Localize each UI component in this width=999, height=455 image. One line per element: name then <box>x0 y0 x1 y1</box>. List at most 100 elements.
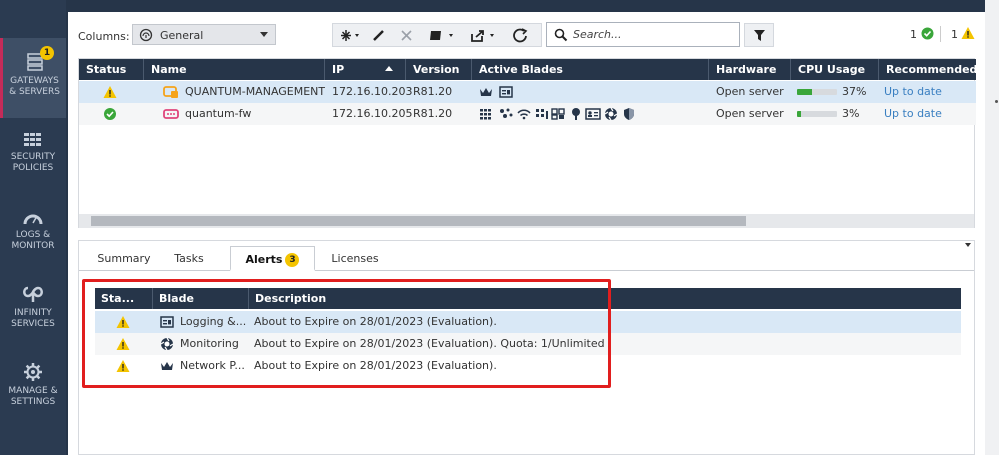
gateways-badge: 1 <box>40 46 54 60</box>
col-ip[interactable]: IP <box>325 59 406 80</box>
gateway-name: quantum-fw <box>185 107 252 120</box>
gateway-name: QUANTUM-MANAGEMENT <box>185 85 326 98</box>
col-recommended[interactable]: Recommended U <box>879 59 976 80</box>
chevron-down-icon <box>260 32 268 37</box>
columns-value: General <box>160 29 204 42</box>
firewall-icon <box>480 109 491 120</box>
filter-icon <box>754 30 765 41</box>
cpu-usage-fill <box>797 111 801 117</box>
gateway-hardware: Open server <box>716 85 784 98</box>
nav-infinity-services[interactable]: INFINITY SERVICES <box>0 284 66 334</box>
nav-label: SECURITY <box>10 152 56 162</box>
close-icon <box>401 30 412 41</box>
gateway-version: R81.20 <box>413 107 453 120</box>
right-panel-dot <box>995 100 998 103</box>
columns-dropdown[interactable]: General <box>132 24 276 45</box>
gateway-version: R81.20 <box>413 85 453 98</box>
nav-label: MONITOR <box>11 241 55 251</box>
columns-label: Columns: <box>78 30 130 43</box>
col-active-blades[interactable]: Active Blades <box>472 59 709 80</box>
gateway-ip: 172.16.10.205 <box>332 107 413 120</box>
table-row[interactable]: QUANTUM-MANAGEMENT 172.16.10.203 R81.20 … <box>79 81 976 103</box>
ok-count: 1 <box>910 28 917 41</box>
horizontal-scrollbar[interactable] <box>79 214 974 228</box>
id-card-icon <box>585 108 601 120</box>
sort-asc-icon <box>385 66 393 71</box>
mobile-access-wifi-icon <box>517 109 531 120</box>
table-row[interactable]: quantum-fw 172.16.10.205 R81.20 Open ser… <box>79 103 976 125</box>
recommended-update-link[interactable]: Up to date <box>884 81 942 103</box>
collapse-icon[interactable] <box>965 243 971 247</box>
pencil-icon <box>373 30 384 41</box>
nav-label: SERVICES <box>11 319 55 329</box>
gateway-ip: 172.16.10.203 <box>332 85 413 98</box>
delete-button[interactable] <box>397 27 423 44</box>
tab-licenses[interactable]: Licenses <box>319 246 391 271</box>
main-panel: Columns: General Search... 1 1 Status Na… <box>68 12 985 455</box>
ok-status-icon[interactable] <box>921 27 934 40</box>
gateways-table-header: Status Name IP Version Active Blades Har… <box>79 59 976 80</box>
identity-awareness-icon <box>572 108 580 120</box>
cpu-usage-fill <box>797 89 812 95</box>
col-hardware[interactable]: Hardware <box>709 59 791 80</box>
refresh-button[interactable] <box>509 27 535 44</box>
application-control-icon <box>536 109 548 119</box>
logging-icon <box>499 86 513 98</box>
divider <box>940 26 941 42</box>
script-icon <box>430 31 453 40</box>
policies-icon <box>24 133 41 146</box>
col-version[interactable]: Version <box>406 59 472 80</box>
export-icon <box>471 30 494 42</box>
nav-label: POLICIES <box>12 163 54 173</box>
tab-tasks[interactable]: Tasks <box>159 246 219 271</box>
cpu-usage-bar <box>797 89 837 95</box>
scripts-button[interactable] <box>427 27 453 44</box>
left-nav: 1 GATEWAYS & SERVERS SECURITY POLICIES L… <box>0 0 66 455</box>
management-server-icon <box>163 86 178 98</box>
nav-manage-settings[interactable]: MANAGE & SETTINGS <box>0 362 66 412</box>
gear-icon <box>24 363 42 381</box>
cpu-usage-value: 37% <box>842 85 867 98</box>
toolbar: Columns: General Search... 1 1 <box>68 12 985 56</box>
search-input[interactable]: Search... <box>546 22 740 47</box>
cpu-usage-bar <box>797 111 837 117</box>
gateways-table: Status Name IP Version Active Blades Har… <box>78 58 976 228</box>
refresh-icon <box>513 28 528 43</box>
tab-summary[interactable]: Summary <box>89 246 159 271</box>
col-cpu-usage[interactable]: CPU Usage <box>791 59 879 80</box>
search-icon <box>554 28 568 42</box>
gateway-device-icon <box>163 109 179 119</box>
nav-label: GATEWAYS <box>10 76 59 86</box>
gateway-hardware: Open server <box>716 107 784 120</box>
nav-gateways-servers[interactable]: 1 GATEWAYS & SERVERS <box>0 38 66 118</box>
scrollbar-thumb[interactable] <box>91 216 746 226</box>
nav-label: LOGS & <box>15 230 51 240</box>
nav-label: SETTINGS <box>10 397 56 407</box>
col-name[interactable]: Name <box>144 59 325 80</box>
nav-logs-monitor[interactable]: LOGS & MONITOR <box>0 210 66 260</box>
col-status[interactable]: Status <box>79 59 144 80</box>
ipsec-vpn-icon <box>500 108 513 118</box>
filter-button[interactable] <box>744 23 774 47</box>
infinity-icon <box>23 286 43 302</box>
shield-icon <box>624 108 634 120</box>
new-object-button[interactable] <box>337 27 363 44</box>
crown-icon <box>480 88 492 96</box>
url-filtering-icon <box>551 108 565 120</box>
tab-alerts[interactable]: Alerts 3 <box>230 246 315 271</box>
annotation-highlight-box <box>82 279 611 388</box>
nav-label: & SERVERS <box>9 87 60 97</box>
alerts-count-badge: 3 <box>285 253 300 267</box>
nav-security-policies[interactable]: SECURITY POLICIES <box>0 132 66 182</box>
general-view-icon <box>139 28 153 42</box>
tab-alerts-label: Alerts <box>245 253 283 266</box>
edit-button[interactable] <box>369 27 395 44</box>
col-ip-label: IP <box>332 63 345 76</box>
warning-status-icon[interactable] <box>961 26 975 40</box>
nav-label: INFINITY <box>14 308 52 318</box>
recommended-update-link[interactable]: Up to date <box>884 103 942 125</box>
nav-label: MANAGE & <box>8 386 58 396</box>
actions-button[interactable] <box>469 27 495 44</box>
warning-icon <box>103 86 117 98</box>
right-panel-edge <box>985 0 999 455</box>
